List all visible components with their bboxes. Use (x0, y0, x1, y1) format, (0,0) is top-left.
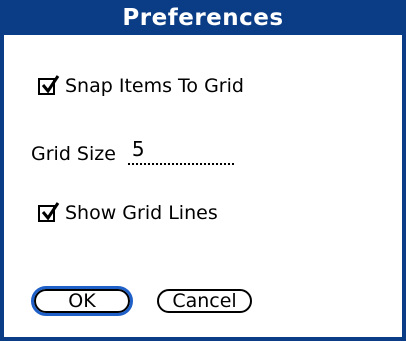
grid-size-value[interactable]: 5 (132, 137, 145, 161)
cancel-button[interactable]: Cancel (157, 289, 252, 313)
show-grid-lines-option[interactable]: Show Grid Lines (38, 201, 218, 224)
grid-size-row: Grid Size 5 (31, 137, 234, 165)
title-bar: Preferences (0, 0, 406, 35)
preferences-dialog: Preferences Snap Items To Grid Grid Size… (0, 0, 406, 341)
checkbox-checked-icon[interactable] (38, 201, 60, 222)
snap-items-to-grid-option[interactable]: Snap Items To Grid (38, 74, 244, 97)
checkbox-checked-icon[interactable] (38, 74, 60, 95)
snap-items-to-grid-label[interactable]: Snap Items To Grid (65, 75, 244, 97)
ok-button[interactable]: OK (31, 286, 133, 316)
dialog-title: Preferences (122, 4, 284, 31)
show-grid-lines-label[interactable]: Show Grid Lines (65, 202, 218, 224)
grid-size-label: Grid Size (31, 143, 116, 165)
grid-size-field[interactable]: 5 (127, 137, 234, 165)
